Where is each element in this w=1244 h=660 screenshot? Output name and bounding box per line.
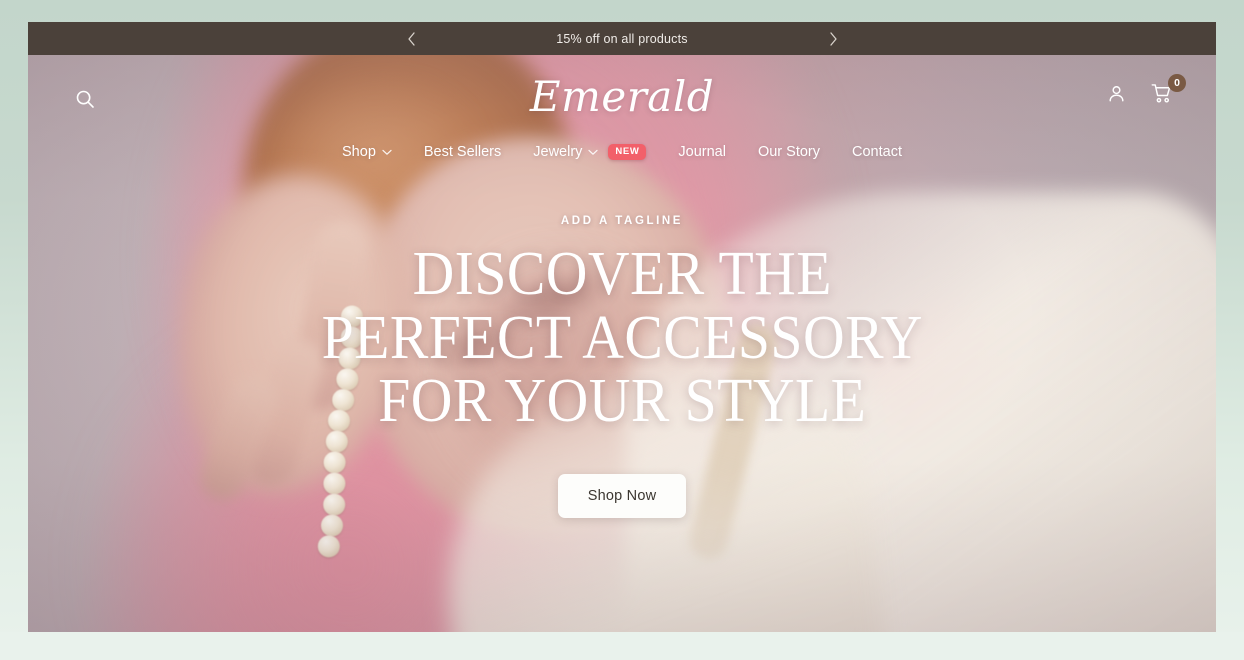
hero-tagline: ADD A TAGLINE — [560, 214, 684, 227]
account-icon — [1106, 83, 1127, 107]
chevron-left-icon — [407, 31, 416, 46]
nav-item-shop[interactable]: Shop — [326, 144, 408, 160]
hero-section: Emerald 0 Shop Best Sellers Jewelry NEW … — [28, 55, 1216, 632]
chevron-down-icon — [382, 149, 392, 156]
announcement-prev-button[interactable] — [394, 22, 428, 55]
site-logo[interactable]: Emerald — [28, 69, 1216, 125]
nav-item-label: Shop — [342, 144, 376, 160]
nav-item-label: Jewelry — [533, 144, 583, 160]
hero-title-line-2: PERFECT ACCESSORY — [321, 303, 923, 372]
nav-item-label: Our Story — [757, 144, 820, 160]
cart-count-badge: 0 — [1168, 74, 1186, 92]
nav-item-label: Contact — [852, 144, 902, 160]
page-canvas: 15% off on all products Emerald 0 Shop B… — [0, 0, 1244, 660]
site-header: Emerald 0 Shop Best Sellers Jewelry NEW … — [28, 55, 1216, 169]
nav-item-label: Journal — [678, 144, 726, 160]
below-fold-band — [0, 632, 1244, 660]
account-button[interactable] — [1102, 81, 1130, 109]
hero-title-line-1: DISCOVER THE — [412, 239, 832, 308]
nav-item-label: Best Sellers — [423, 144, 502, 160]
nav-item-our-story[interactable]: Our Story — [742, 144, 836, 160]
hero-title: DISCOVER THE PERFECT ACCESSORY FOR YOUR … — [321, 239, 923, 436]
announcement-bar: 15% off on all products — [28, 22, 1216, 55]
cart-button[interactable]: 0 — [1148, 74, 1186, 109]
chevron-down-icon — [588, 149, 599, 156]
nav-badge-new: NEW — [608, 144, 647, 160]
shop-now-button[interactable]: Shop Now — [557, 474, 687, 519]
site-viewport: 15% off on all products Emerald 0 Shop B… — [28, 22, 1216, 632]
header-actions: 0 — [1102, 74, 1186, 109]
chevron-right-icon — [829, 31, 838, 46]
announcement-text: 15% off on all products — [556, 31, 688, 46]
main-navigation: Shop Best Sellers Jewelry NEW Journal Ou… — [28, 135, 1216, 169]
hero-title-line-3: FOR YOUR STYLE — [377, 367, 867, 436]
nav-item-journal[interactable]: Journal — [662, 144, 742, 160]
nav-item-best-sellers[interactable]: Best Sellers — [408, 144, 517, 160]
nav-item-contact[interactable]: Contact — [836, 144, 918, 160]
nav-item-jewelry[interactable]: Jewelry NEW — [517, 144, 662, 160]
announcement-next-button[interactable] — [816, 22, 850, 55]
